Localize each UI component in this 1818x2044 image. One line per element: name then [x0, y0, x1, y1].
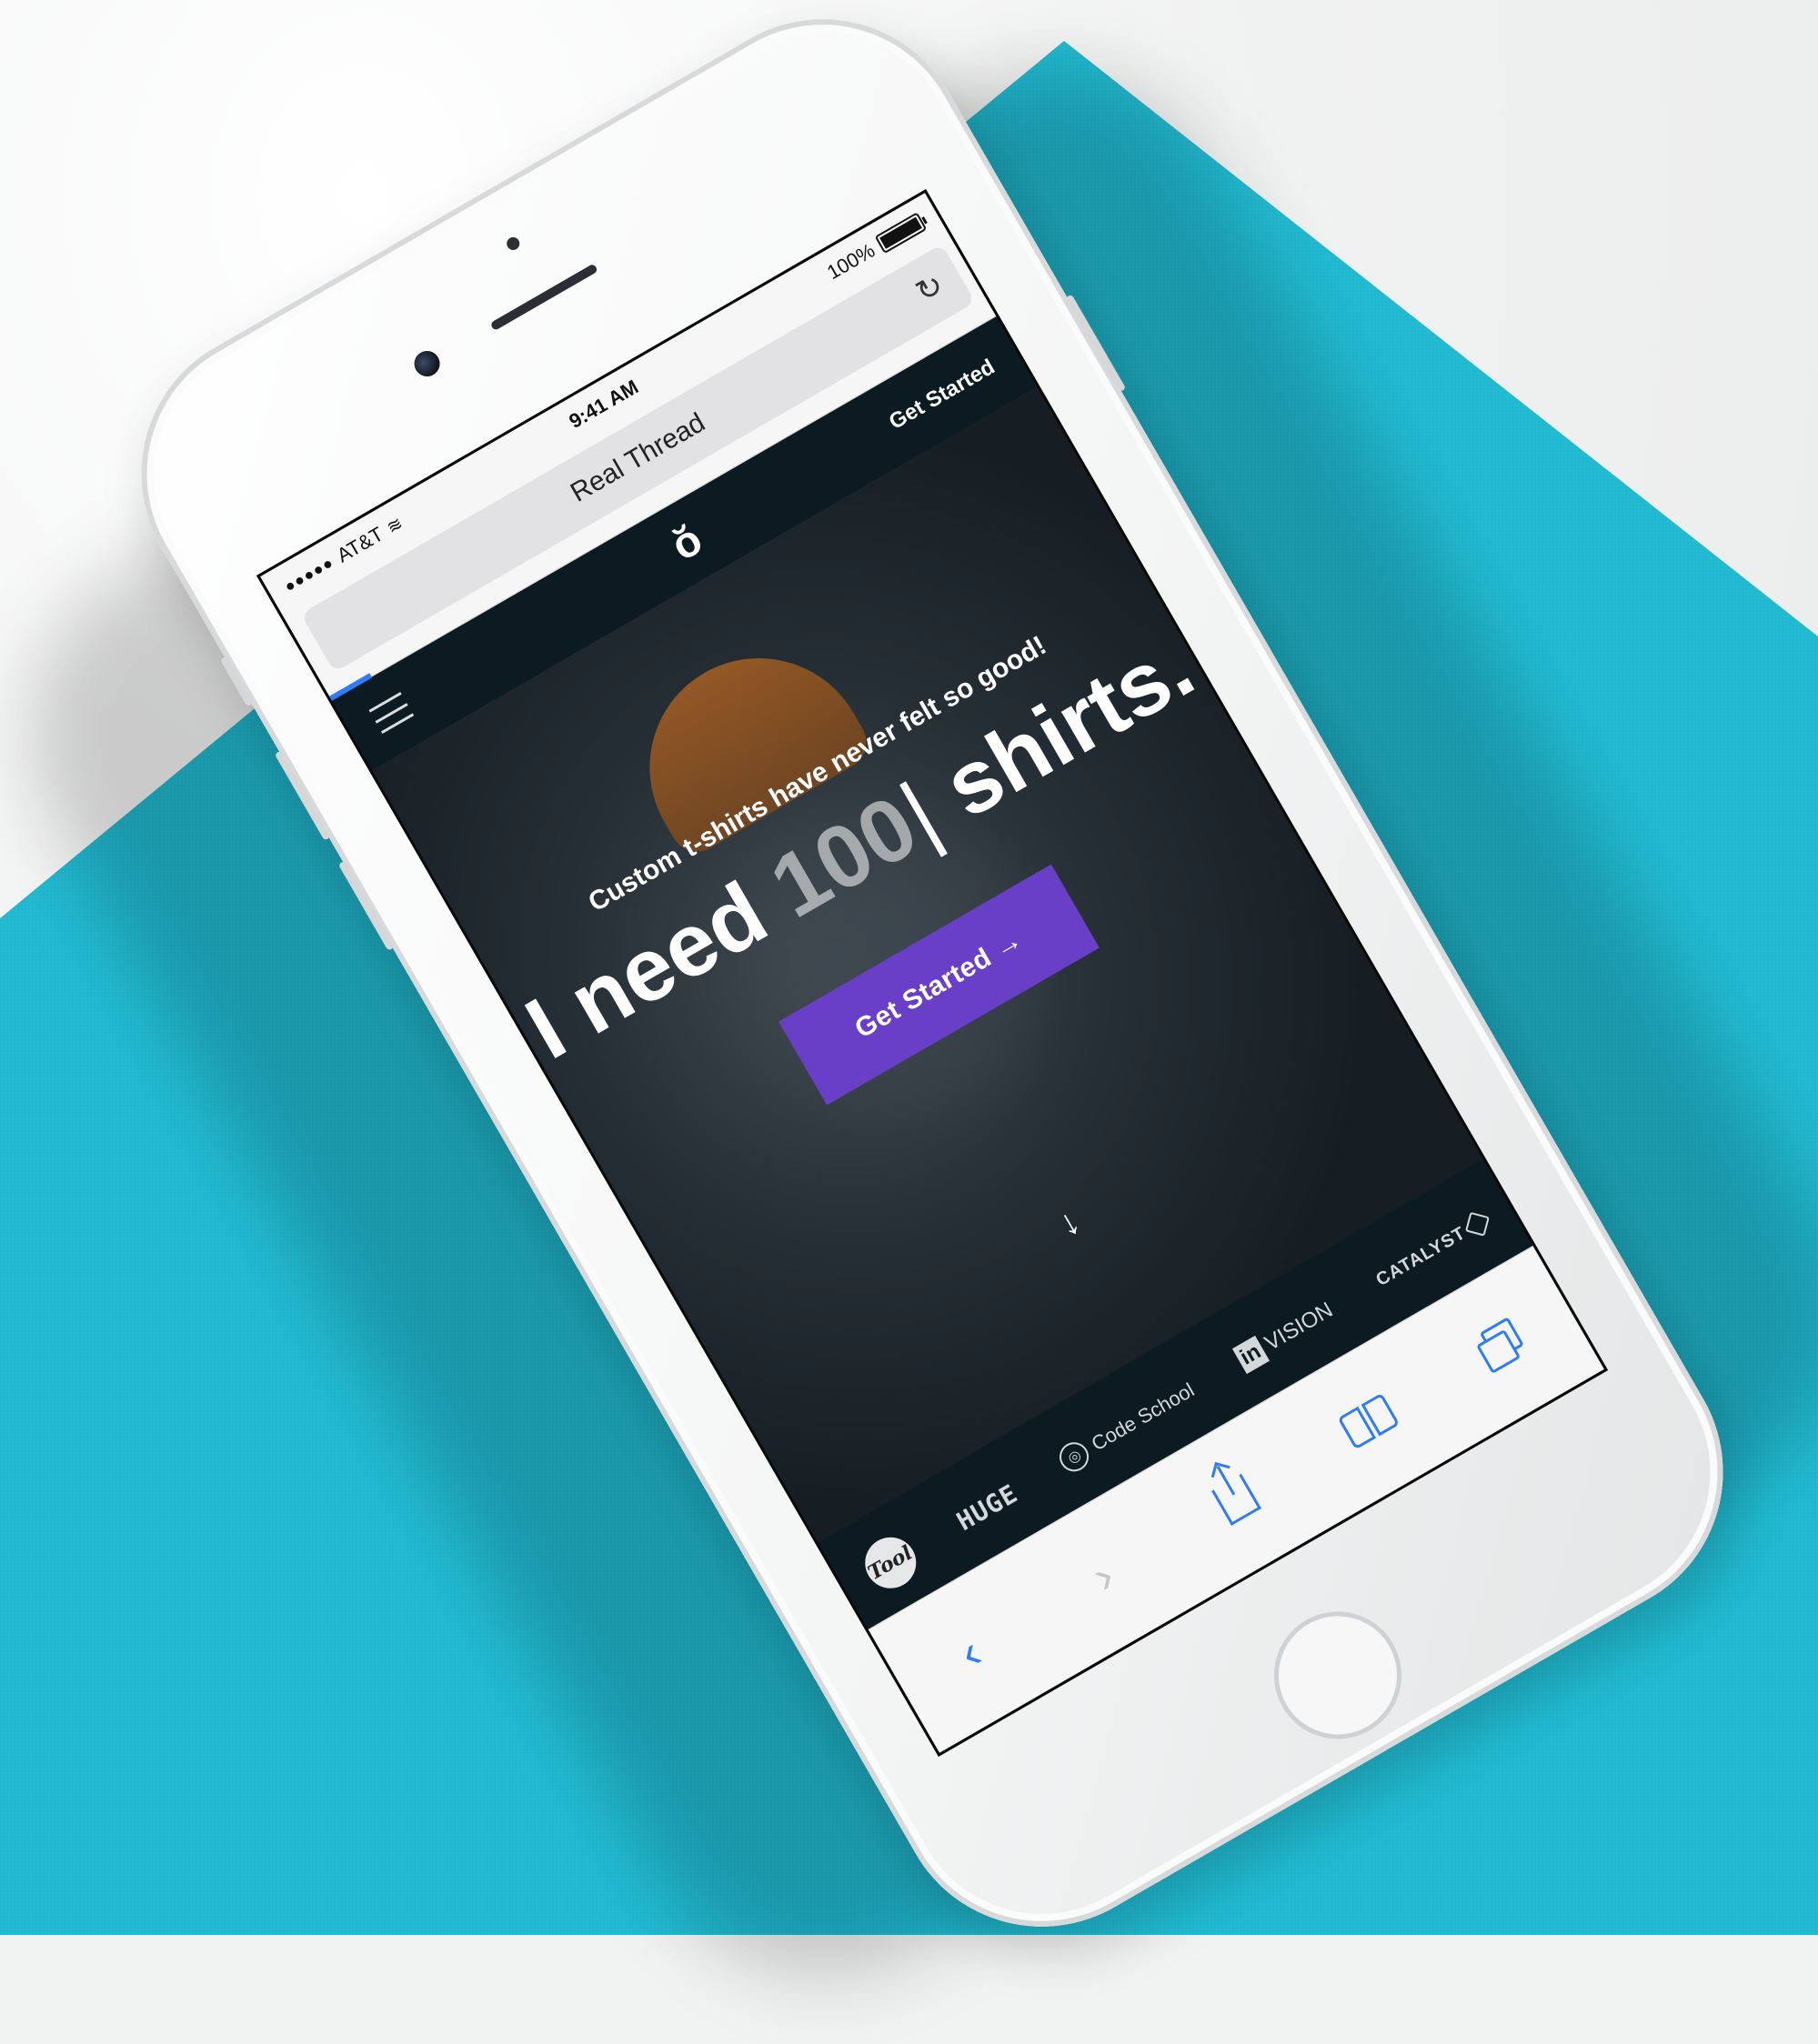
hamburger-menu-icon[interactable]: [368, 692, 415, 735]
tabs-button[interactable]: [1459, 1303, 1546, 1390]
site-logo[interactable]: ŏ: [649, 506, 724, 580]
catalyst-label: CATALYST: [1372, 1222, 1470, 1290]
share-button[interactable]: [1193, 1457, 1281, 1544]
invision-logo: in VISION: [1231, 1296, 1339, 1375]
code-school-label: Code School: [1087, 1378, 1199, 1456]
back-icon[interactable]: ‹: [927, 1609, 1014, 1697]
tabs-icon: [1471, 1315, 1533, 1377]
battery-icon: [874, 212, 928, 255]
share-icon: [1211, 1473, 1261, 1526]
catalyst-mark-icon: [1465, 1211, 1491, 1237]
bookmarks-button[interactable]: [1326, 1379, 1413, 1467]
code-school-mark-icon: ◎: [1054, 1437, 1095, 1477]
bookmarks-icon: [1336, 1392, 1403, 1454]
tool-logo: Tool: [855, 1528, 926, 1598]
battery-percent: 100%: [822, 238, 879, 285]
reload-icon[interactable]: ↻: [905, 264, 955, 314]
huge-logo: HUGE: [951, 1478, 1023, 1537]
forward-icon[interactable]: ›: [1060, 1533, 1147, 1620]
invision-label: VISION: [1261, 1298, 1338, 1357]
